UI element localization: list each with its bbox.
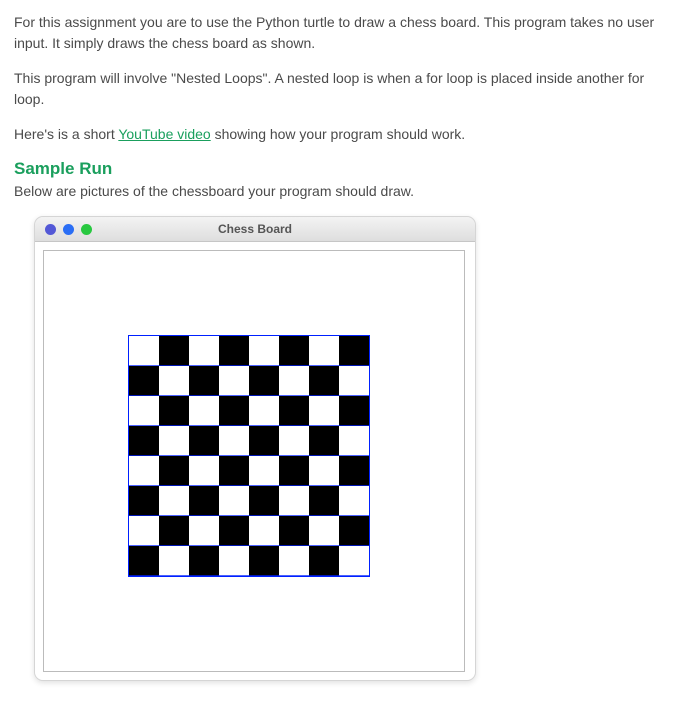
light-square	[249, 336, 279, 366]
light-square	[219, 366, 249, 396]
light-square	[279, 486, 309, 516]
light-square	[219, 486, 249, 516]
light-square	[129, 396, 159, 426]
dark-square	[279, 396, 309, 426]
light-square	[249, 396, 279, 426]
assignment-paragraph-3: Here's is a short YouTube video showing …	[14, 124, 677, 145]
dark-square	[189, 546, 219, 576]
dark-square	[189, 366, 219, 396]
light-square	[309, 336, 339, 366]
light-square	[309, 516, 339, 546]
dark-square	[189, 426, 219, 456]
assignment-paragraph-2: This program will involve "Nested Loops"…	[14, 68, 677, 110]
light-square	[339, 426, 369, 456]
dark-square	[219, 396, 249, 426]
light-square	[159, 486, 189, 516]
dark-square	[279, 516, 309, 546]
dark-square	[159, 456, 189, 486]
light-square	[279, 546, 309, 576]
dark-square	[129, 546, 159, 576]
light-square	[129, 516, 159, 546]
dark-square	[339, 516, 369, 546]
dark-square	[339, 336, 369, 366]
minimize-icon[interactable]	[63, 224, 74, 235]
canvas-holder	[35, 242, 475, 680]
light-square	[189, 456, 219, 486]
light-square	[189, 336, 219, 366]
dark-square	[159, 516, 189, 546]
dark-square	[339, 396, 369, 426]
dark-square	[159, 396, 189, 426]
assignment-paragraph-1: For this assignment you are to use the P…	[14, 12, 677, 54]
youtube-video-link[interactable]: YouTube video	[118, 126, 210, 142]
light-square	[339, 546, 369, 576]
close-icon[interactable]	[45, 224, 56, 235]
chess-board-window: Chess Board	[34, 216, 476, 681]
light-square	[159, 426, 189, 456]
light-square	[339, 486, 369, 516]
light-square	[159, 366, 189, 396]
dark-square	[339, 456, 369, 486]
dark-square	[249, 366, 279, 396]
sample-run-heading: Sample Run	[14, 159, 677, 179]
light-square	[309, 396, 339, 426]
dark-square	[219, 336, 249, 366]
light-square	[219, 546, 249, 576]
light-square	[219, 426, 249, 456]
light-square	[159, 546, 189, 576]
light-square	[249, 456, 279, 486]
dark-square	[309, 426, 339, 456]
dark-square	[279, 336, 309, 366]
light-square	[189, 396, 219, 426]
chess-board	[129, 336, 369, 576]
dark-square	[129, 426, 159, 456]
zoom-icon[interactable]	[81, 224, 92, 235]
dark-square	[249, 426, 279, 456]
dark-square	[129, 366, 159, 396]
dark-square	[309, 546, 339, 576]
traffic-lights	[35, 224, 92, 235]
light-square	[249, 516, 279, 546]
dark-square	[219, 456, 249, 486]
window-title: Chess Board	[35, 222, 475, 236]
dark-square	[159, 336, 189, 366]
light-square	[339, 366, 369, 396]
dark-square	[219, 516, 249, 546]
turtle-canvas	[43, 250, 465, 672]
light-square	[189, 516, 219, 546]
light-square	[129, 456, 159, 486]
dark-square	[309, 366, 339, 396]
dark-square	[249, 546, 279, 576]
dark-square	[189, 486, 219, 516]
light-square	[309, 456, 339, 486]
light-square	[129, 336, 159, 366]
dark-square	[129, 486, 159, 516]
light-square	[279, 426, 309, 456]
sample-run-caption: Below are pictures of the chessboard you…	[14, 181, 677, 202]
para3-prefix: Here's is a short	[14, 126, 118, 142]
window-titlebar: Chess Board	[35, 217, 475, 242]
light-square	[279, 366, 309, 396]
dark-square	[309, 486, 339, 516]
dark-square	[249, 486, 279, 516]
para3-suffix: showing how your program should work.	[211, 126, 465, 142]
dark-square	[279, 456, 309, 486]
